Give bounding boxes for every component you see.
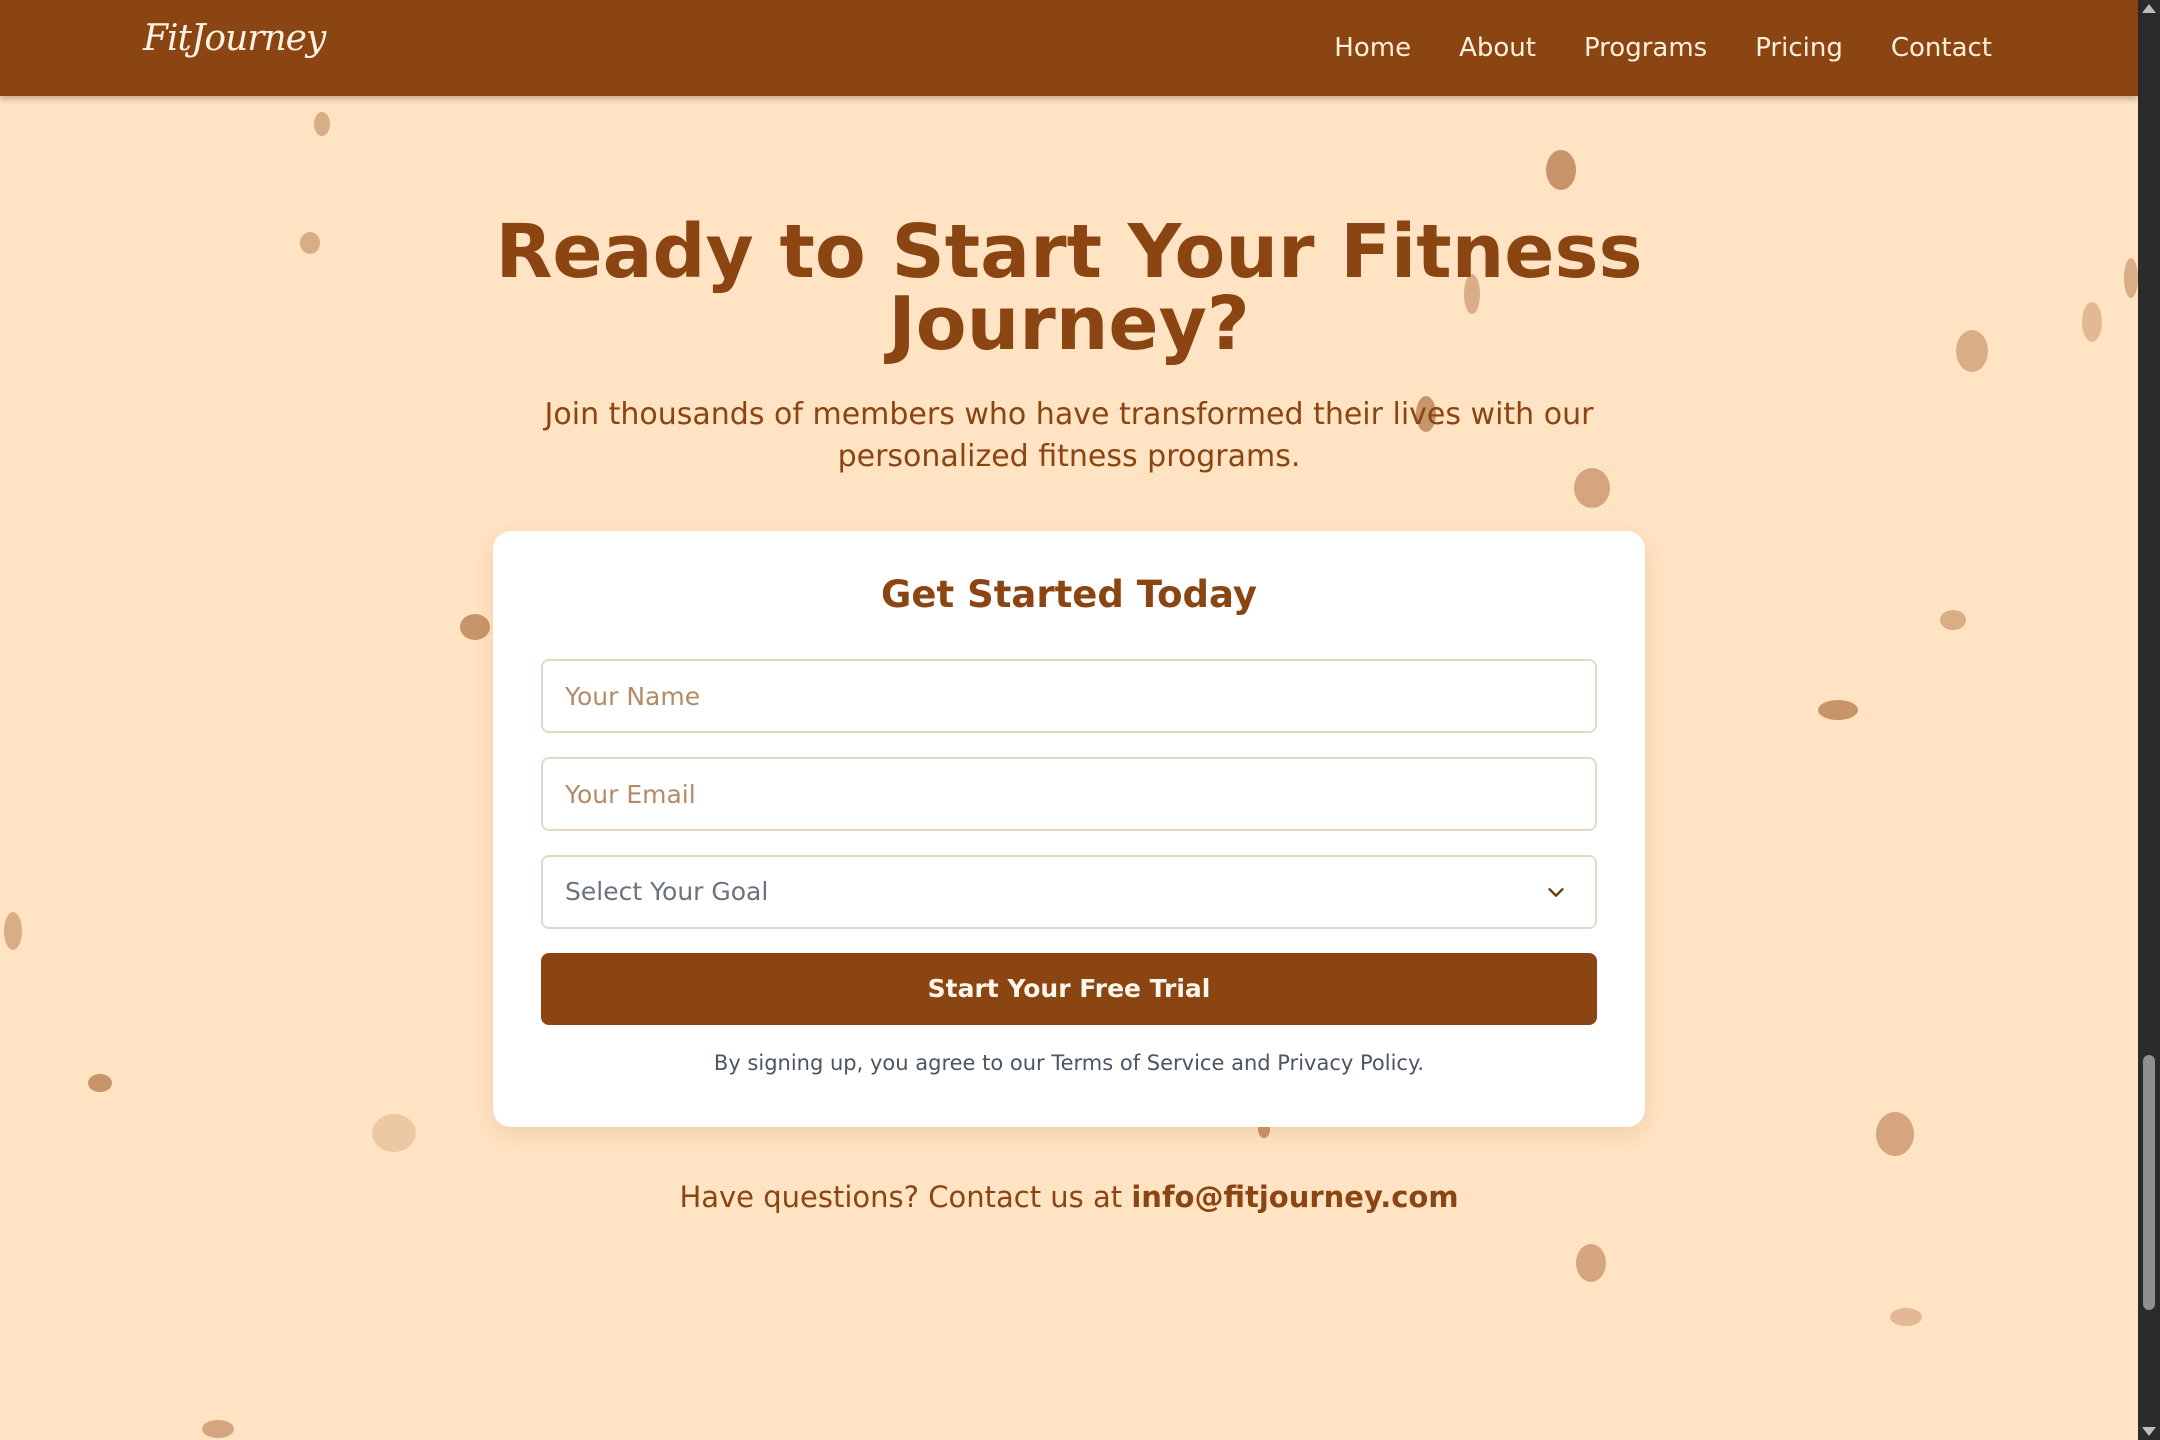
nav-item-about[interactable]: About <box>1459 33 1536 63</box>
bg-dot <box>4 912 22 950</box>
bg-dot <box>460 614 490 640</box>
page-scrollbar[interactable] <box>2138 0 2160 1440</box>
bg-dot <box>1940 610 1966 630</box>
hero-subtitle-line1: Join thousands of members who have trans… <box>544 397 1594 432</box>
hero-subtitle: Join thousands of members who have trans… <box>500 394 1638 478</box>
hero-subtitle-line2: personalized fitness programs. <box>837 439 1301 474</box>
main-nav: Home About Programs Pricing Contact <box>1286 0 1992 96</box>
bg-dot <box>2082 302 2102 342</box>
contact-email-link[interactable]: info@fitjourney.com <box>1131 1180 1458 1214</box>
chevron-down-icon <box>1548 888 1564 897</box>
hero-title: Ready to Start Your Fitness Journey? <box>469 215 1669 361</box>
bg-dot <box>300 232 320 254</box>
scroll-down-arrow-icon[interactable] <box>2142 1427 2156 1436</box>
hero-title-line2: Journey? <box>888 281 1250 367</box>
bg-dot <box>1576 1244 1606 1282</box>
bg-dot <box>1890 1308 1922 1326</box>
site-logo[interactable]: FitJourney <box>143 18 326 59</box>
contact-prefix: Have questions? Contact us at <box>679 1180 1132 1214</box>
bg-dot <box>1876 1112 1914 1156</box>
start-trial-button[interactable]: Start Your Free Trial <box>541 953 1597 1025</box>
bg-dot <box>1956 330 1988 372</box>
bg-dot <box>1818 700 1858 720</box>
signup-card: Get Started Today Select Your Goal Start… <box>493 531 1645 1127</box>
nav-item-home[interactable]: Home <box>1334 33 1411 63</box>
name-input[interactable] <box>541 659 1597 733</box>
scroll-up-arrow-icon[interactable] <box>2142 4 2156 13</box>
goal-select-value: Select Your Goal <box>565 877 769 906</box>
nav-item-programs[interactable]: Programs <box>1584 33 1707 63</box>
signup-title: Get Started Today <box>881 573 1257 616</box>
email-input[interactable] <box>541 757 1597 831</box>
terms-text: By signing up, you agree to our Terms of… <box>713 1051 1425 1075</box>
goal-select[interactable]: Select Your Goal <box>541 855 1597 929</box>
bg-dot <box>314 112 330 136</box>
bg-dot <box>2124 258 2138 298</box>
contact-line: Have questions? Contact us at info@fitjo… <box>0 1180 2138 1214</box>
site-header: FitJourney Home About Programs Pricing C… <box>0 0 2138 96</box>
bg-dot <box>372 1114 416 1152</box>
bg-dot <box>202 1420 234 1438</box>
nav-item-pricing[interactable]: Pricing <box>1755 33 1843 63</box>
bg-dot <box>1546 150 1576 190</box>
nav-item-contact[interactable]: Contact <box>1891 33 1992 63</box>
scrollbar-thumb[interactable] <box>2143 1055 2155 1310</box>
bg-dot <box>88 1074 112 1092</box>
